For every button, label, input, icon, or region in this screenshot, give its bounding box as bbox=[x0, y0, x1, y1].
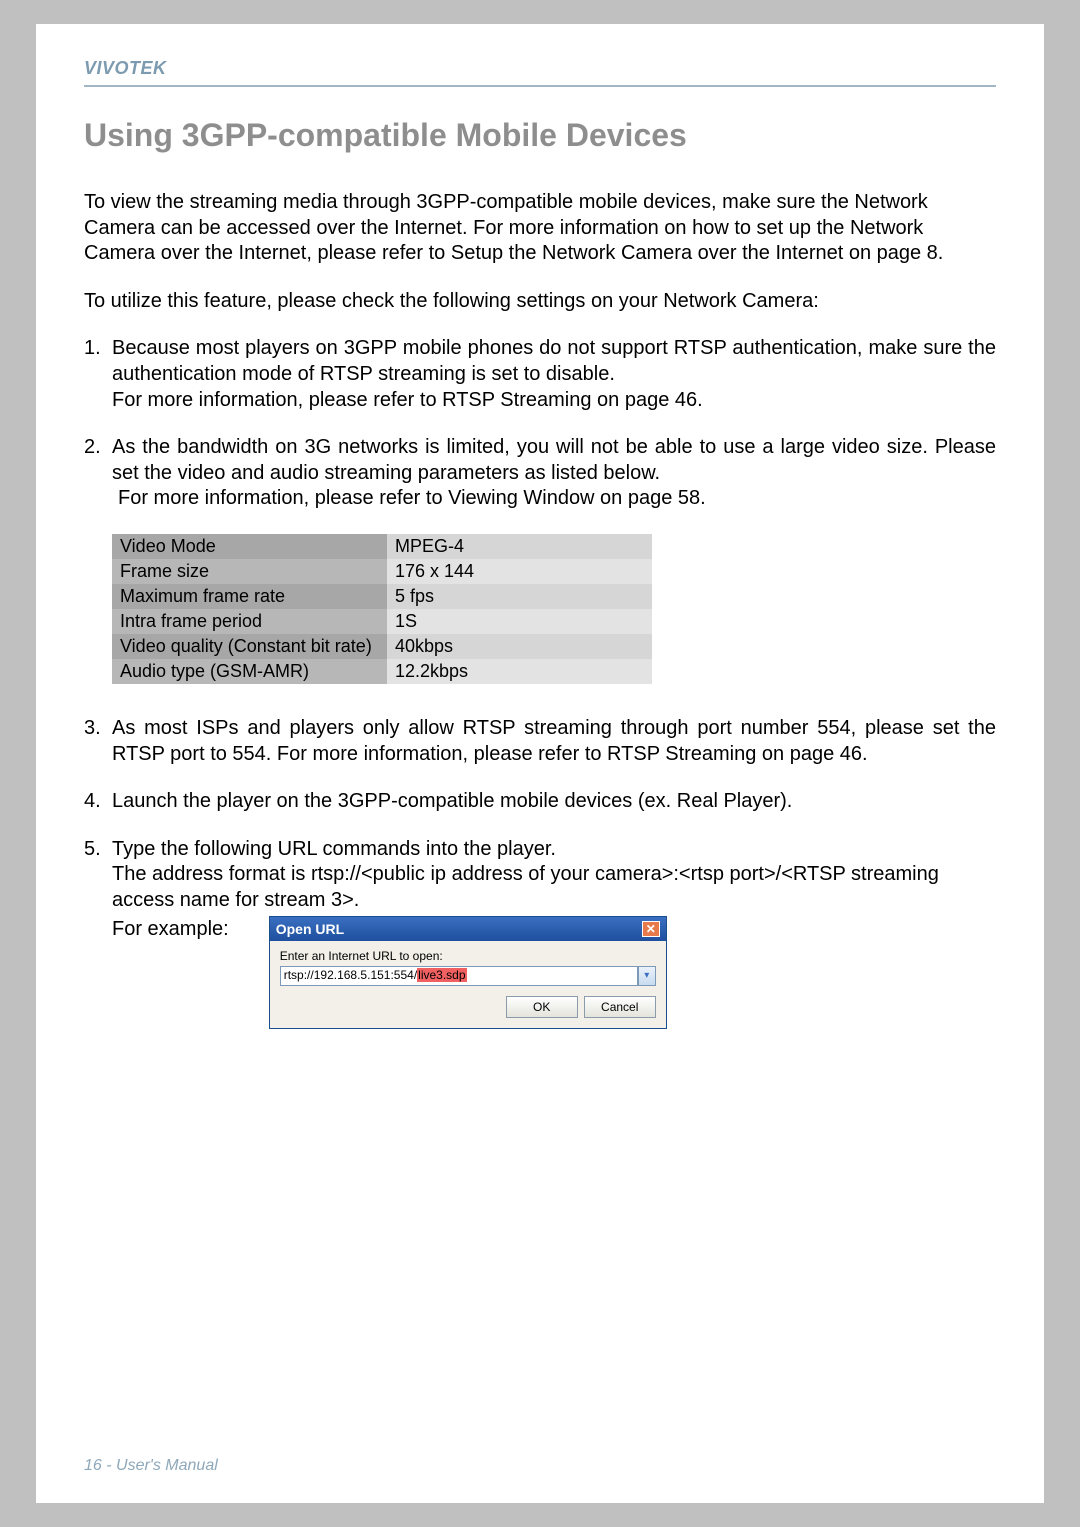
setting-value: MPEG-4 bbox=[387, 534, 652, 559]
dialog-body: Enter an Internet URL to open: rtsp://19… bbox=[270, 941, 666, 1028]
setting-label: Maximum frame rate bbox=[112, 584, 387, 609]
example-label: For example: bbox=[84, 918, 229, 1029]
list-number: 3. bbox=[84, 716, 112, 767]
list-body: As the bandwidth on 3G networks is limit… bbox=[112, 435, 996, 486]
table-row: Video Mode MPEG-4 bbox=[112, 534, 652, 559]
table-row: Frame size 176 x 144 bbox=[112, 559, 652, 584]
settings-table: Video Mode MPEG-4 Frame size 176 x 144 M… bbox=[112, 534, 652, 684]
setting-value: 40kbps bbox=[387, 634, 652, 659]
dialog-button-row: OK Cancel bbox=[280, 996, 656, 1018]
brand-header: VIVOTEK bbox=[84, 58, 996, 79]
list-body: Launch the player on the 3GPP-compatible… bbox=[112, 789, 996, 815]
list-number: 1. bbox=[84, 336, 112, 387]
page-footer: 16 - User's Manual bbox=[84, 1457, 218, 1475]
list-body: Type the following URL commands into the… bbox=[112, 837, 996, 863]
setting-value: 12.2kbps bbox=[387, 659, 652, 684]
dialog-field-label: Enter an Internet URL to open: bbox=[280, 949, 656, 963]
cancel-button[interactable]: Cancel bbox=[584, 996, 656, 1018]
list-item-5: 5. Type the following URL commands into … bbox=[84, 837, 996, 914]
dialog-title: Open URL bbox=[276, 921, 344, 937]
close-icon: ✕ bbox=[646, 923, 656, 935]
setting-value: 5 fps bbox=[387, 584, 652, 609]
list-item-2: 2. As the bandwidth on 3G networks is li… bbox=[84, 435, 996, 512]
table-row: Audio type (GSM-AMR) 12.2kbps bbox=[112, 659, 652, 684]
setting-value: 176 x 144 bbox=[387, 559, 652, 584]
list-body: Because most players on 3GPP mobile phon… bbox=[112, 336, 996, 387]
setting-label: Intra frame period bbox=[112, 609, 387, 634]
list-continuation: For more information, please refer to RT… bbox=[84, 388, 996, 414]
chevron-down-icon: ▾ bbox=[644, 970, 649, 981]
setting-label: Video Mode bbox=[112, 534, 387, 559]
list-number: 4. bbox=[84, 789, 112, 815]
url-input[interactable]: rtsp://192.168.5.151:554/live3.sdp bbox=[280, 966, 638, 986]
url-input-row: rtsp://192.168.5.151:554/live3.sdp ▾ bbox=[280, 966, 656, 986]
list-number: 2. bbox=[84, 435, 112, 486]
example-row: For example: Open URL ✕ Enter an Interne… bbox=[84, 918, 996, 1029]
list-item-1: 1. Because most players on 3GPP mobile p… bbox=[84, 336, 996, 413]
setting-value: 1S bbox=[387, 609, 652, 634]
list-number: 5. bbox=[84, 837, 112, 863]
list-continuation: For more information, please refer to Vi… bbox=[84, 486, 996, 512]
table-row: Video quality (Constant bit rate) 40kbps bbox=[112, 634, 652, 659]
setting-label: Frame size bbox=[112, 559, 387, 584]
url-highlight: live3.sdp bbox=[417, 968, 466, 982]
section-title: Using 3GPP-compatible Mobile Devices bbox=[84, 117, 996, 154]
setting-label: Video quality (Constant bit rate) bbox=[112, 634, 387, 659]
setting-label: Audio type (GSM-AMR) bbox=[112, 659, 387, 684]
table-row: Maximum frame rate 5 fps bbox=[112, 584, 652, 609]
url-prefix: rtsp://192.168.5.151:554/ bbox=[284, 968, 417, 982]
table-row: Intra frame period 1S bbox=[112, 609, 652, 634]
intro-paragraph: To view the streaming media through 3GPP… bbox=[84, 190, 996, 267]
ok-button[interactable]: OK bbox=[506, 996, 578, 1018]
dialog-titlebar: Open URL ✕ bbox=[270, 917, 666, 941]
open-url-dialog: Open URL ✕ Enter an Internet URL to open… bbox=[269, 916, 667, 1029]
utilize-paragraph: To utilize this feature, please check th… bbox=[84, 289, 996, 315]
header-rule bbox=[84, 85, 996, 87]
list-item-3: 3. As most ISPs and players only allow R… bbox=[84, 716, 996, 767]
list-body: As most ISPs and players only allow RTSP… bbox=[112, 716, 996, 767]
dropdown-button[interactable]: ▾ bbox=[638, 966, 656, 986]
list-continuation: The address format is rtsp://<public ip … bbox=[84, 862, 996, 913]
close-button[interactable]: ✕ bbox=[642, 921, 660, 937]
document-page: VIVOTEK Using 3GPP-compatible Mobile Dev… bbox=[36, 24, 1044, 1503]
list-item-4: 4. Launch the player on the 3GPP-compati… bbox=[84, 789, 996, 815]
